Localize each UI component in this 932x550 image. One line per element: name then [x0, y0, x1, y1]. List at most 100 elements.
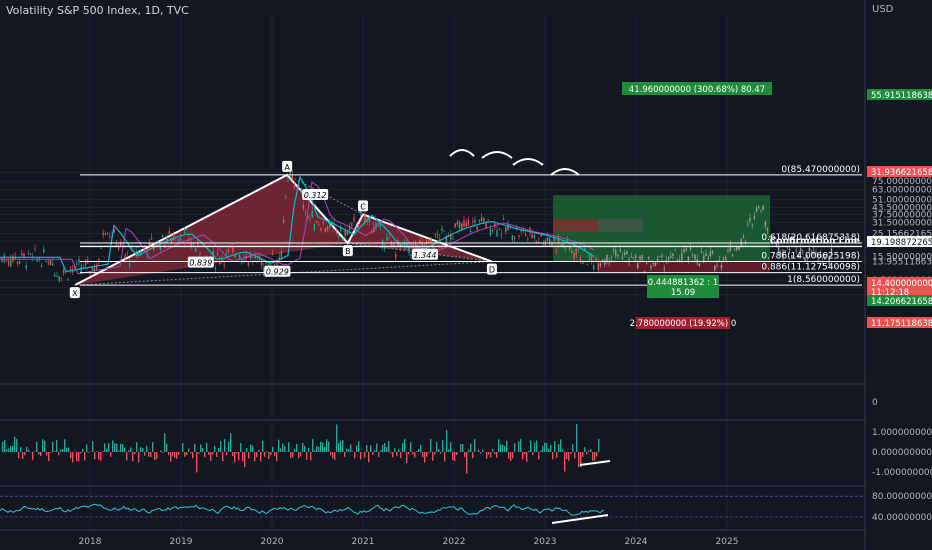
candle-body-294: [648, 256, 650, 259]
candle-body-176: [388, 237, 390, 240]
fib-label-3: 0.886(11.127540098): [761, 263, 860, 273]
histogram-bar-127: [256, 452, 258, 458]
histogram-bar-273: [548, 448, 550, 452]
histogram-bar-214: [430, 438, 432, 452]
histogram-bar-72: [146, 445, 148, 452]
histogram-bar-195: [392, 452, 394, 458]
histogram-bar-270: [542, 445, 544, 452]
histogram-bar-244: [490, 452, 492, 458]
pattern-point-D: D: [489, 266, 495, 275]
candle-body-277: [610, 260, 613, 262]
candle-body-9: [21, 253, 23, 256]
histogram-bar-205: [412, 452, 414, 455]
histogram-bar-185: [372, 452, 374, 455]
candle-body-194: [428, 239, 430, 242]
price-tick-6: 31.500000000: [872, 219, 932, 229]
candle-body-266: [586, 263, 588, 265]
histogram-bar-35: [72, 452, 74, 463]
candle-body-15: [34, 248, 36, 250]
candle-body-327: [720, 265, 723, 269]
histogram-bar-262: [526, 452, 528, 462]
ratio-label-0: 0.312: [304, 191, 327, 200]
histogram-bar-137: [276, 452, 278, 462]
candle-body-358: [788, 248, 791, 251]
candle-body-100: [221, 259, 223, 261]
histogram-bar-10: [22, 452, 24, 459]
histogram-bar-246: [494, 452, 496, 455]
candle-body-343: [755, 207, 758, 212]
candle-body-239: [527, 238, 529, 240]
histogram-bar-100: [202, 447, 204, 452]
histogram-bar-276: [554, 441, 556, 452]
histogram-bar-254: [510, 452, 512, 461]
histogram-bar-65: [132, 452, 134, 462]
histogram-bar-135: [272, 446, 274, 452]
histogram-bar-67: [136, 442, 138, 452]
candle-body-152: [335, 232, 338, 234]
candle-body-235: [518, 235, 520, 237]
candle-body-314: [692, 254, 694, 256]
histogram-bar-252: [506, 440, 508, 452]
candle-body-326: [718, 259, 720, 261]
histogram-bar-55: [112, 440, 114, 452]
histogram-bar-134: [270, 452, 272, 455]
histogram-bar-24: [50, 452, 52, 453]
histogram-bar-295: [592, 452, 594, 461]
histogram-bar-124: [250, 444, 252, 452]
fib-label-2: 0.786(14.006625198): [761, 252, 860, 262]
histogram-bar-22: [46, 452, 48, 456]
histogram-bar-269: [540, 450, 542, 452]
candle-body-102: [225, 252, 228, 254]
histogram-bar-23: [48, 452, 50, 462]
histogram-bar-260: [522, 452, 524, 460]
histogram-bar-178: [358, 441, 360, 452]
candle-body-217: [478, 219, 481, 222]
candle-body-251: [553, 238, 555, 241]
candle-body-27: [60, 277, 63, 279]
candle-body-174: [384, 247, 386, 249]
candle-body-158: [348, 225, 351, 231]
histogram-bar-253: [508, 452, 510, 459]
osc2-tick-1: 40.000000000: [872, 513, 932, 523]
histogram-bar-4: [10, 445, 12, 452]
histogram-bar-233: [468, 449, 470, 452]
position-zones: [553, 195, 770, 273]
candle-body-68: [150, 238, 153, 240]
histogram-bar-101: [204, 452, 206, 458]
candle-body-57: [126, 254, 129, 255]
candle-body-4: [10, 259, 12, 267]
histogram-bar-52: [106, 449, 108, 452]
candle-body-34: [76, 263, 78, 265]
histogram-bar-26: [54, 451, 56, 452]
histogram-bar-174: [350, 444, 352, 452]
histogram-bar-21: [44, 440, 46, 452]
candle-body-18: [40, 265, 43, 268]
price-tag-6: 11.175118638: [871, 319, 932, 329]
candle-body-26: [58, 276, 60, 282]
histogram-bar-249: [500, 444, 502, 452]
candle-body-215: [474, 219, 476, 223]
histogram-bar-107: [216, 452, 218, 457]
histogram-bar-84: [170, 452, 172, 462]
candle-body-332: [731, 254, 734, 256]
candle-body-317: [698, 263, 701, 266]
year-tick-2: 2020: [261, 537, 284, 547]
candle-body-280: [617, 254, 619, 257]
histogram-bar-274: [550, 444, 552, 452]
histogram-bar-162: [326, 439, 328, 452]
histogram-bar-148: [298, 452, 300, 459]
chart-area[interactable]: 0(85.470000000)0.618(20.616875318)0.786(…: [0, 0, 932, 550]
histogram-bar-197: [396, 452, 398, 457]
candle-body-342: [753, 216, 756, 219]
histogram-bar-43: [88, 452, 90, 453]
histogram-bar-191: [384, 443, 386, 452]
pattern-point-C: C: [360, 202, 366, 211]
histogram-bar-51: [104, 443, 106, 452]
candle-body-323: [711, 251, 714, 254]
candle-body-318: [700, 251, 703, 253]
histogram-bar-207: [416, 451, 418, 452]
candle-body-304: [670, 256, 672, 258]
histogram-bar-212: [426, 452, 428, 457]
candle-body-259: [571, 250, 573, 253]
fib-label-0: 0(85.470000000): [781, 165, 860, 175]
